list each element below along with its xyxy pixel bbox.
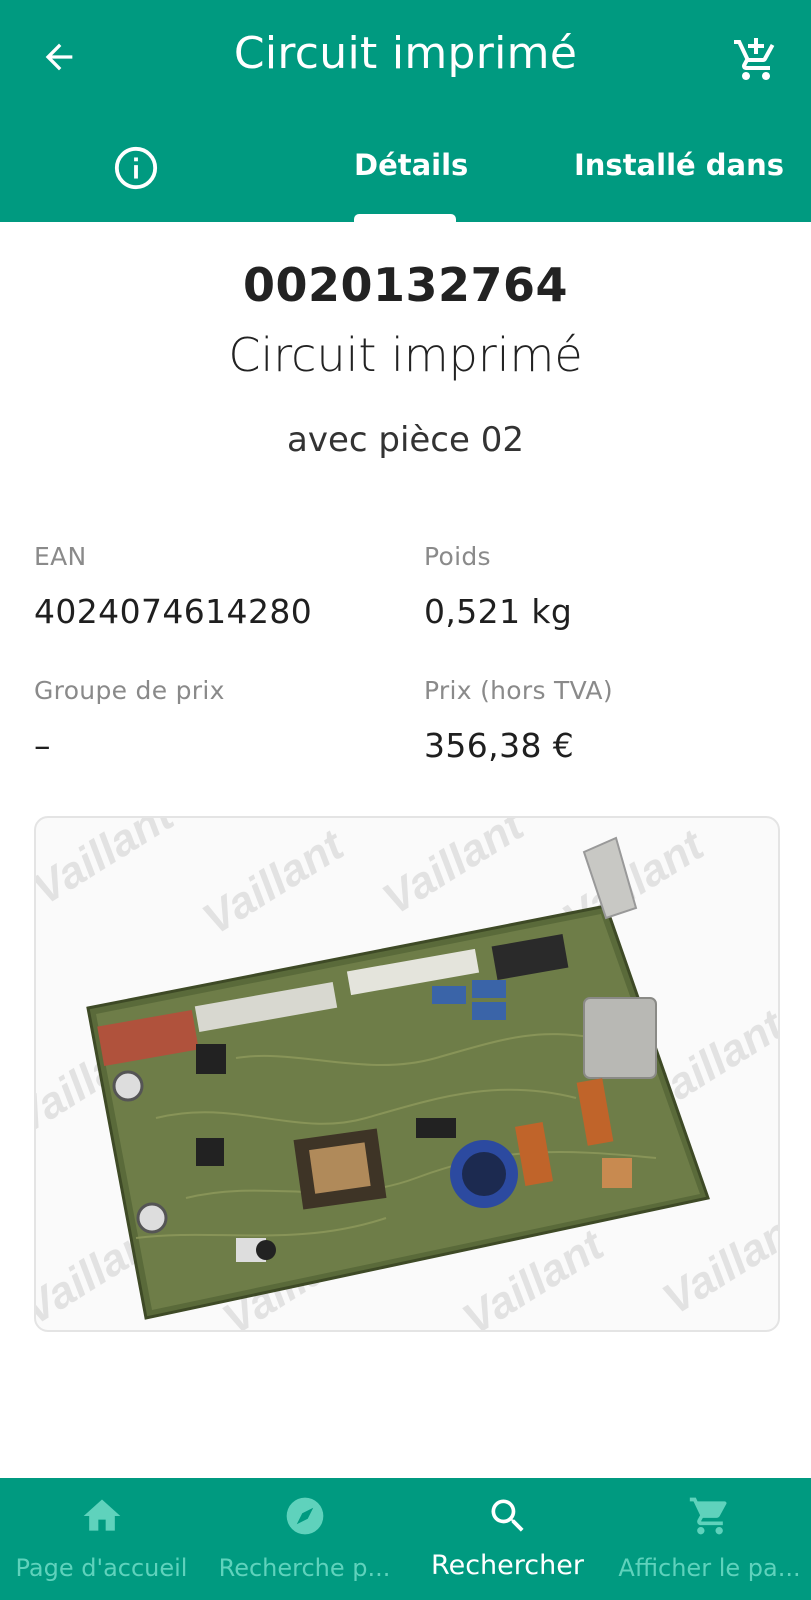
compass-icon (283, 1494, 327, 1542)
weight-label: Poids (424, 542, 491, 571)
nav-home[interactable]: Page d'accueil (0, 1478, 203, 1600)
price-value: 356,38 € (424, 726, 575, 765)
tab-bar: Détails Installé dans (0, 128, 811, 222)
cart-icon (688, 1494, 732, 1542)
nav-browse[interactable]: Recherche p... (203, 1478, 406, 1600)
product-subtitle: avec pièce 02 (286, 420, 524, 460)
nav-search[interactable]: Rechercher (406, 1478, 609, 1600)
nav-search-label: Rechercher (431, 1550, 584, 1581)
product-image[interactable]: Vaillant Vaillant Vaillant Vaillant Vail… (34, 816, 780, 1332)
active-tab-indicator (354, 214, 456, 222)
add-to-cart-button[interactable] (728, 34, 784, 90)
product-reference: 0020132764 (242, 258, 569, 312)
price-label: Prix (hors TVA) (424, 676, 613, 705)
info-icon (113, 145, 159, 195)
nav-browse-label: Recherche p... (218, 1554, 391, 1582)
tab-details[interactable]: Détails (354, 148, 468, 182)
nav-cart-label: Afficher le pa... (618, 1554, 801, 1582)
circuit-board-picture (86, 836, 710, 1320)
nav-cart[interactable]: Afficher le pa... (608, 1478, 811, 1600)
nav-home-label: Page d'accueil (15, 1554, 188, 1582)
add-to-cart-icon (732, 36, 780, 88)
search-icon (486, 1494, 530, 1542)
tab-info[interactable] (110, 144, 162, 196)
ean-value: 4024074614280 (34, 592, 313, 631)
price-group-value: – (34, 726, 51, 765)
home-icon (80, 1494, 124, 1542)
bottom-navigation: Page d'accueil Recherche p... Rechercher… (0, 1478, 811, 1600)
price-group-label: Groupe de prix (34, 676, 225, 705)
ean-label: EAN (34, 542, 87, 571)
tab-installe-dans[interactable]: Installé dans (574, 148, 811, 182)
app-bar: Circuit imprimé Détails Installé dans (0, 0, 811, 222)
product-name: Circuit imprimé (228, 328, 583, 382)
weight-value: 0,521 kg (424, 592, 573, 631)
page-title: Circuit imprimé (233, 28, 578, 79)
